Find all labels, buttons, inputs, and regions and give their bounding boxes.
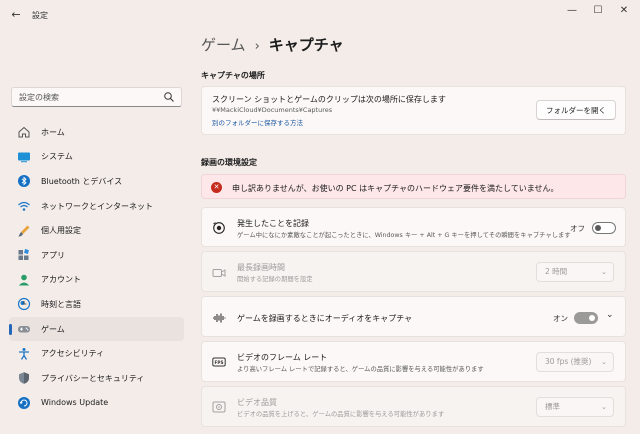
record-what-happened-title: 発生したことを記録 xyxy=(237,219,309,228)
video-quality-title: ビデオ品質 xyxy=(237,398,277,407)
maximize-button[interactable]: ☐ xyxy=(588,4,608,18)
sidebar-nav: ホーム システム Bluetooth とデバイス ネットワークとインターネット … xyxy=(9,120,184,415)
privacy-icon xyxy=(19,372,29,385)
max-recording-length-desc: 開始する記録の期間を設定 xyxy=(237,276,313,283)
capture-audio-state: オン xyxy=(553,314,568,323)
max-recording-length-select[interactable]: 2 時間 ⌄ xyxy=(536,262,614,282)
sidebar-item-accounts[interactable]: アカウント xyxy=(9,268,184,293)
chevron-down-icon: ⌄ xyxy=(601,403,607,411)
error-message: 申し訳ありませんが、お使いの PC はキャプチャのハードウェア要件を満たしていま… xyxy=(232,184,559,193)
sidebar-item-label: ゲーム xyxy=(41,324,65,334)
record-what-happened-desc: ゲーム中になにか素敵なことが起こったときに、Windows キー + Alt +… xyxy=(237,232,571,239)
chevron-down-icon[interactable]: ⌄ xyxy=(606,310,614,320)
account-icon xyxy=(18,274,30,286)
sidebar-item-label: ネットワークとインターネット xyxy=(41,201,153,211)
record-icon xyxy=(213,222,225,234)
home-icon xyxy=(18,127,30,138)
accessibility-icon xyxy=(19,347,29,360)
sidebar-item-accessibility[interactable]: アクセシビリティ xyxy=(9,341,184,366)
sidebar-item-gaming[interactable]: ゲーム xyxy=(9,316,184,342)
save-elsewhere-link[interactable]: 別のフォルダーに保存する方法 xyxy=(212,117,303,127)
network-icon xyxy=(18,201,30,211)
sidebar-item-home[interactable]: ホーム xyxy=(9,120,184,145)
sidebar-item-label: ホーム xyxy=(41,127,65,137)
capture-audio-title: ゲームを録画するときにオーディオをキャプチャ xyxy=(237,314,413,323)
personalization-icon xyxy=(18,225,30,237)
frame-rate-title: ビデオのフレーム レート xyxy=(237,353,328,362)
system-icon xyxy=(18,152,30,163)
open-folder-button[interactable]: フォルダーを開く xyxy=(536,100,616,120)
bluetooth-icon xyxy=(18,175,30,188)
sidebar-item-label: Bluetooth とデバイス xyxy=(41,176,123,186)
sidebar-item-network[interactable]: ネットワークとインターネット xyxy=(9,194,184,219)
sidebar-item-bluetooth[interactable]: Bluetooth とデバイス xyxy=(9,169,184,194)
sidebar-item-label: アカウント xyxy=(41,275,81,285)
sidebar-item-system[interactable]: システム xyxy=(9,145,184,170)
svg-text:FPS: FPS xyxy=(215,360,224,365)
error-icon: ✕ xyxy=(211,182,222,193)
recording-preferences-heading: 録画の環境設定 xyxy=(201,158,257,167)
frame-rate-card: FPS ビデオのフレーム レート より高いフレーム レートで記録すると、ゲームの… xyxy=(201,341,626,382)
chevron-down-icon: ⌄ xyxy=(601,358,607,366)
sidebar-item-label: アクセシビリティ xyxy=(41,349,105,359)
capture-audio-card[interactable]: ゲームを録画するときにオーディオをキャプチャ オン ⌄ xyxy=(201,296,626,337)
capture-audio-toggle[interactable] xyxy=(574,312,598,324)
video-quality-desc: ビデオの品質を上げると、ゲームの品質に影響を与える可能性があります xyxy=(237,411,445,418)
capture-location-title: スクリーン ショットとゲームのクリップは次の場所に保存します xyxy=(212,95,446,104)
sidebar-item-label: プライバシーとセキュリティ xyxy=(41,373,145,383)
max-recording-length-card: 最長録画時間 開始する記録の期間を設定 2 時間 ⌄ xyxy=(201,251,626,292)
video-quality-card: ビデオ品質 ビデオの品質を上げると、ゲームの品質に影響を与える可能性があります … xyxy=(201,386,626,427)
search-box xyxy=(11,87,182,107)
sidebar-item-windows-update[interactable]: Windows Update xyxy=(9,391,184,416)
sidebar-item-label: システム xyxy=(41,152,73,162)
record-what-happened-card: 発生したことを記録 ゲーム中になにか素敵なことが起こったときに、Windows … xyxy=(201,207,626,247)
minimize-button[interactable]: — xyxy=(562,4,582,18)
apps-icon xyxy=(18,249,29,261)
chevron-down-icon: ⌄ xyxy=(601,268,607,276)
sidebar-item-privacy[interactable]: プライバシーとセキュリティ xyxy=(9,366,184,391)
video-quality-select[interactable]: 標準 ⌄ xyxy=(536,397,614,417)
max-recording-length-title: 最長録画時間 xyxy=(237,263,285,272)
breadcrumb-separator: › xyxy=(254,39,260,54)
time-language-icon xyxy=(17,298,31,311)
video-quality-value: 標準 xyxy=(545,402,560,411)
hardware-error-banner: ✕ 申し訳ありませんが、お使いの PC はキャプチャのハードウェア要件を満たして… xyxy=(201,174,626,199)
sidebar-item-label: 時刻と言語 xyxy=(41,299,81,309)
gaming-icon xyxy=(18,326,30,333)
sidebar-item-time-language[interactable]: 時刻と言語 xyxy=(9,292,184,317)
close-button[interactable]: ✕ xyxy=(614,4,634,18)
frame-rate-select[interactable]: 30 fps (推奨) ⌄ xyxy=(536,352,614,372)
audio-wave-icon xyxy=(213,313,226,323)
back-button[interactable]: ← xyxy=(8,8,24,22)
video-quality-icon xyxy=(212,401,226,413)
sidebar-item-label: アプリ xyxy=(41,250,65,260)
page-title: キャプチャ xyxy=(268,36,344,54)
fps-icon: FPS xyxy=(212,357,226,367)
search-icon[interactable] xyxy=(163,91,175,103)
windows-update-icon xyxy=(18,396,30,409)
sidebar-item-label: Windows Update xyxy=(41,398,109,408)
title-bar: ← 設定 — ☐ ✕ xyxy=(0,0,640,30)
record-what-happened-toggle[interactable] xyxy=(592,222,616,234)
breadcrumb: ゲーム › キャプチャ xyxy=(201,34,344,55)
sidebar-item-personalization[interactable]: 個人用設定 xyxy=(9,218,184,243)
app-title: 設定 xyxy=(32,11,48,20)
record-toggle-state: オフ xyxy=(570,224,585,233)
sidebar-item-apps[interactable]: アプリ xyxy=(9,243,184,268)
max-recording-length-value: 2 時間 xyxy=(545,267,568,276)
video-camera-icon xyxy=(212,269,226,277)
capture-location-path: ¥¥MackiCloud¥Documents¥Captures xyxy=(212,106,333,114)
frame-rate-desc: より高いフレーム レートで記録すると、ゲームの品質に影響を与える可能性があります xyxy=(237,366,484,373)
frame-rate-value: 30 fps (推奨) xyxy=(545,357,592,366)
search-input[interactable] xyxy=(19,88,159,106)
capture-location-heading: キャプチャの場所 xyxy=(201,71,265,80)
breadcrumb-parent[interactable]: ゲーム xyxy=(201,36,246,54)
capture-location-card: スクリーン ショットとゲームのクリップは次の場所に保存します ¥¥MackiCl… xyxy=(201,86,626,135)
sidebar-item-label: 個人用設定 xyxy=(41,226,81,236)
